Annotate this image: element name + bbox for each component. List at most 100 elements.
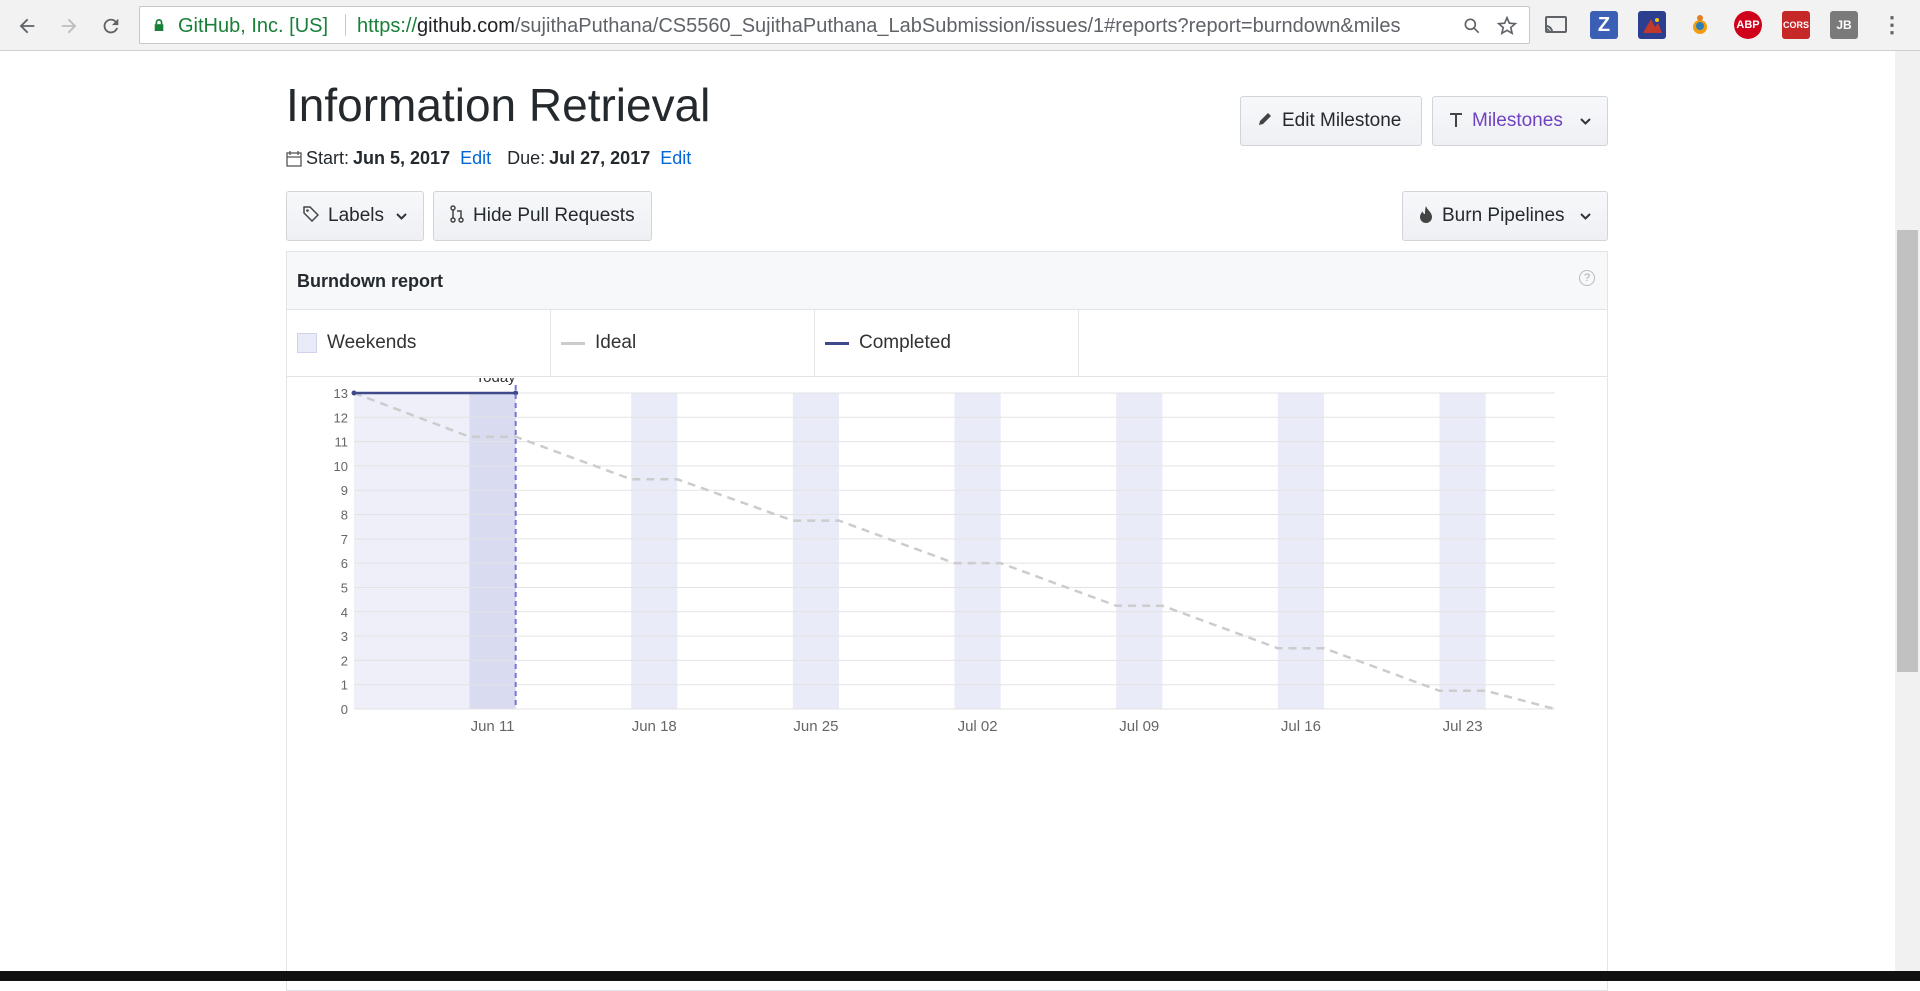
- completed-point: [351, 390, 357, 396]
- weekend-band: [1277, 393, 1325, 709]
- forward-icon[interactable]: [52, 9, 86, 43]
- edit-milestone-label: Edit Milestone: [1282, 110, 1402, 131]
- z-extension-icon[interactable]: Z: [1590, 11, 1618, 39]
- weekend-band: [792, 393, 840, 709]
- x-tick-label: Jun 25: [793, 718, 838, 735]
- calendar-icon: [286, 150, 302, 167]
- legend-ideal-label: Ideal: [595, 332, 637, 353]
- weekend-band: [954, 393, 1001, 709]
- address-separator: [345, 14, 346, 36]
- edit-milestone-button[interactable]: Edit Milestone: [1240, 96, 1422, 146]
- menu-kebab-icon[interactable]: ⋮: [1878, 11, 1906, 39]
- page-title: Information Retrieval: [286, 79, 711, 131]
- y-tick-label: 11: [335, 435, 349, 450]
- help-icon[interactable]: ?: [1579, 270, 1595, 286]
- firebug-icon[interactable]: [1686, 11, 1714, 39]
- y-tick-label: 5: [341, 580, 348, 595]
- y-tick-label: 7: [341, 532, 348, 547]
- burn-pipelines-dropdown[interactable]: Burn Pipelines: [1402, 191, 1608, 241]
- due-label: Due:: [507, 148, 546, 168]
- y-tick-label: 6: [341, 556, 348, 571]
- legend-completed[interactable]: Completed: [815, 310, 1079, 376]
- tag-icon: [303, 205, 320, 227]
- browser-toolbar: GitHub, Inc. [US] https://github.com/suj…: [0, 0, 1920, 51]
- taskbar-edge: [0, 971, 1920, 981]
- due-date: Jul 27, 2017: [549, 148, 651, 168]
- start-label: Start:: [306, 148, 350, 168]
- weekend-band: [1439, 393, 1486, 709]
- cast-icon[interactable]: [1542, 11, 1570, 39]
- abp-icon[interactable]: ABP: [1734, 11, 1762, 39]
- x-tick-label: Jul 23: [1443, 718, 1483, 735]
- chevron-down-icon: [1580, 114, 1591, 129]
- x-tick-label: Jul 09: [1119, 718, 1159, 735]
- site-identity[interactable]: GitHub, Inc. [US]: [178, 15, 328, 38]
- screen-capture-icon[interactable]: [1638, 11, 1666, 39]
- hide-pull-requests-button[interactable]: Hide Pull Requests: [433, 191, 652, 241]
- x-tick-label: Jun 18: [632, 718, 677, 735]
- chart-legend: Weekends Ideal Completed: [287, 310, 1607, 377]
- chevron-down-icon: [1580, 209, 1591, 224]
- y-tick-label: 4: [341, 605, 348, 620]
- weekend-band-elapsed: [469, 393, 516, 709]
- y-tick-label: 0: [341, 702, 348, 717]
- legend-weekends-label: Weekends: [327, 332, 417, 353]
- y-tick-label: 13: [334, 386, 348, 401]
- milestone-dates: Start: Jun 5, 2017 Edit Due: Jul 27, 201…: [286, 148, 691, 169]
- lock-icon: [154, 19, 164, 31]
- abp-label: ABP: [1736, 19, 1760, 31]
- x-tick-label: Jul 02: [958, 718, 998, 735]
- today-label: Today: [476, 378, 517, 386]
- jb-label: JB: [1836, 18, 1852, 32]
- y-tick-label: 9: [341, 483, 348, 498]
- url-domain: github.com: [417, 15, 515, 37]
- legend-ideal[interactable]: Ideal: [551, 310, 815, 376]
- legend-weekends[interactable]: Weekends: [287, 310, 551, 376]
- scrollbar-thumb[interactable]: [1897, 230, 1918, 672]
- y-tick-label: 1: [341, 678, 348, 693]
- weekend-swatch: [297, 333, 317, 353]
- completed-swatch: [825, 341, 849, 345]
- burndown-chart: 012345678910111213Jun 11 Jun 18 Jun 25 Jul …: [334, 369, 1556, 735]
- legend-completed-label: Completed: [859, 332, 951, 353]
- pull-request-icon: [450, 204, 464, 228]
- bookmark-star-icon[interactable]: [1495, 14, 1519, 38]
- labels-dropdown[interactable]: Labels: [286, 191, 424, 241]
- x-tick-label: Jul 16: [1281, 718, 1321, 735]
- y-tick-label: 2: [341, 653, 348, 668]
- edit-start-link[interactable]: Edit: [460, 148, 491, 169]
- pencil-icon: [1257, 111, 1273, 132]
- y-tick-label: 12: [334, 410, 348, 425]
- y-tick-label: 3: [341, 629, 348, 644]
- labels-label: Labels: [328, 205, 384, 226]
- flame-icon: [1419, 205, 1433, 228]
- milestone-icon: [1449, 111, 1463, 132]
- back-icon[interactable]: [10, 9, 44, 43]
- weekend-band: [1116, 393, 1163, 709]
- burn-pipelines-label: Burn Pipelines: [1442, 205, 1565, 226]
- jb-icon[interactable]: JB: [1830, 11, 1858, 39]
- cors-label: CORS: [1782, 20, 1809, 30]
- y-tick-label: 8: [341, 508, 348, 523]
- edit-due-link[interactable]: Edit: [660, 148, 691, 169]
- report-header: Burndown report ?: [287, 252, 1607, 310]
- url-scheme: https://: [357, 15, 418, 37]
- start-date: Jun 5, 2017: [353, 148, 451, 168]
- milestones-dropdown[interactable]: Milestones: [1432, 96, 1608, 146]
- z-extension-label: Z: [1597, 13, 1611, 36]
- url-text[interactable]: https://github.com/sujithaPuthana/CS5560…: [357, 15, 1457, 38]
- address-bar[interactable]: GitHub, Inc. [US] https://github.com/suj…: [139, 6, 1530, 44]
- cors-icon[interactable]: CORS: [1782, 11, 1810, 39]
- url-path: /sujithaPuthana/CS5560_SujithaPuthana_La…: [514, 15, 1401, 37]
- ideal-swatch: [561, 341, 585, 345]
- x-tick-label: Jun 11: [471, 718, 515, 735]
- y-tick-label: 10: [334, 459, 348, 474]
- chart-area: 0 1 2 3 4 5 6 7 8 9 10 11 12 13 Jun 11 Jun 18 Jun 25 Jul …: [287, 369, 1607, 983]
- milestones-label: Milestones: [1472, 110, 1563, 131]
- weekend-band: [631, 393, 678, 709]
- report-title: Burndown report: [297, 271, 443, 291]
- chevron-down-icon: [396, 209, 407, 224]
- burndown-report-panel: Burndown report ? Weekends Ideal Complet…: [286, 251, 1608, 991]
- zoom-icon[interactable]: [1460, 14, 1484, 38]
- reload-icon[interactable]: [94, 9, 128, 43]
